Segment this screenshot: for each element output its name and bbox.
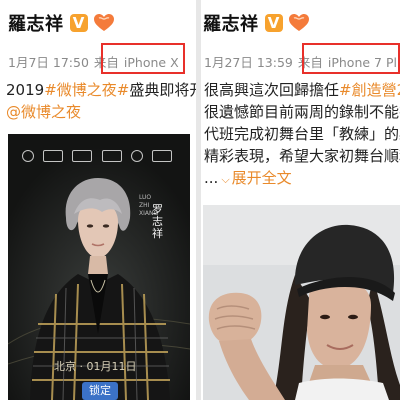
post-timestamp: 1月7日 17:50: [8, 55, 89, 70]
poster-name: 罗志祥: [152, 203, 163, 240]
poster-name-english: LUO ZHI XIANG: [139, 194, 158, 217]
fan-badge-icon: [93, 14, 114, 31]
poster-location-date: 北京 · 01月11日: [54, 360, 137, 373]
expand-label: 展开全文: [231, 169, 292, 187]
username[interactable]: 羅志祥: [8, 10, 64, 36]
post-text-line: 精彩表現，希望大家初舞台順利: [204, 147, 400, 165]
post-timestamp: 1月27日 13:59: [204, 55, 293, 70]
weibo-logo-icon: [43, 150, 64, 162]
post-text-fragment: 很高興這次回歸擔任: [204, 81, 340, 99]
device-highlight-box: [101, 43, 185, 74]
mention-link[interactable]: @微博之夜: [6, 101, 196, 123]
post-text-line: 2019#微博之夜#盛典即将开: [6, 79, 196, 101]
hashtag-link[interactable]: #微博之夜#: [44, 81, 129, 99]
post-header: 羅志祥 V: [8, 8, 115, 38]
camera-logo-icon: [22, 150, 34, 162]
expand-full-text-link[interactable]: ⌵ 展开全文: [218, 169, 291, 187]
right-weibo-post: 羅志祥 V 1月27日 13:59来自iPhone 7 Plus 很高興這次回歸…: [201, 0, 400, 400]
verified-v-icon: V: [264, 14, 283, 32]
sponsor-logo-icon: [151, 150, 172, 162]
fan-badge-icon: [288, 14, 309, 31]
post-text-line: 很遺憾節目前兩周的錄制不能在: [204, 103, 400, 121]
sponsor-logo-icon: [72, 150, 93, 162]
post-text-line: 很高興這次回歸擔任#創造營20: [204, 79, 400, 101]
post-text-fragment: 盛典即将开: [129, 81, 196, 99]
ellipsis: ...: [204, 169, 219, 187]
sponsor-logo-icon: [101, 150, 122, 162]
verified-v-icon: V: [69, 14, 88, 32]
photo-artwork: [203, 205, 400, 400]
chevron-down-icon: ⌵: [221, 173, 230, 186]
post-text-line: 代班完成初舞台里「教練」的必: [204, 125, 400, 143]
event-poster-image[interactable]: LUO ZHI XIANG 罗志祥 北京 · 01月11日 锁定: [8, 134, 190, 400]
post-text: 2019#微博之夜#盛典即将开 @微博之夜: [6, 79, 196, 123]
username[interactable]: 羅志祥: [203, 10, 259, 36]
post-text: 很高興這次回歸擔任#創造營20 很遺憾節目前兩周的錄制不能在 代班完成初舞台里「…: [204, 79, 400, 191]
device-highlight-box: [302, 43, 400, 74]
left-weibo-post: 羅志祥 V 1月7日 17:50 来自 iPhone X 2019#微博之夜#盛典即…: [0, 0, 196, 400]
comparison-screenshot: 羅志祥 V 1月7日 17:50 来自 iPhone X 2019#微博之夜#盛典即…: [0, 0, 400, 400]
poster-button[interactable]: 锁定: [82, 382, 118, 400]
honda-logo-icon: [130, 150, 143, 162]
post-text-line: ... ⌵ 展开全文: [204, 167, 400, 191]
post-header: 羅志祥 V: [203, 8, 310, 38]
post-photo[interactable]: [203, 205, 400, 400]
sponsor-logos: [22, 146, 172, 166]
post-text-year: 2019: [6, 81, 45, 99]
hashtag-link[interactable]: #創造營20: [339, 81, 400, 99]
